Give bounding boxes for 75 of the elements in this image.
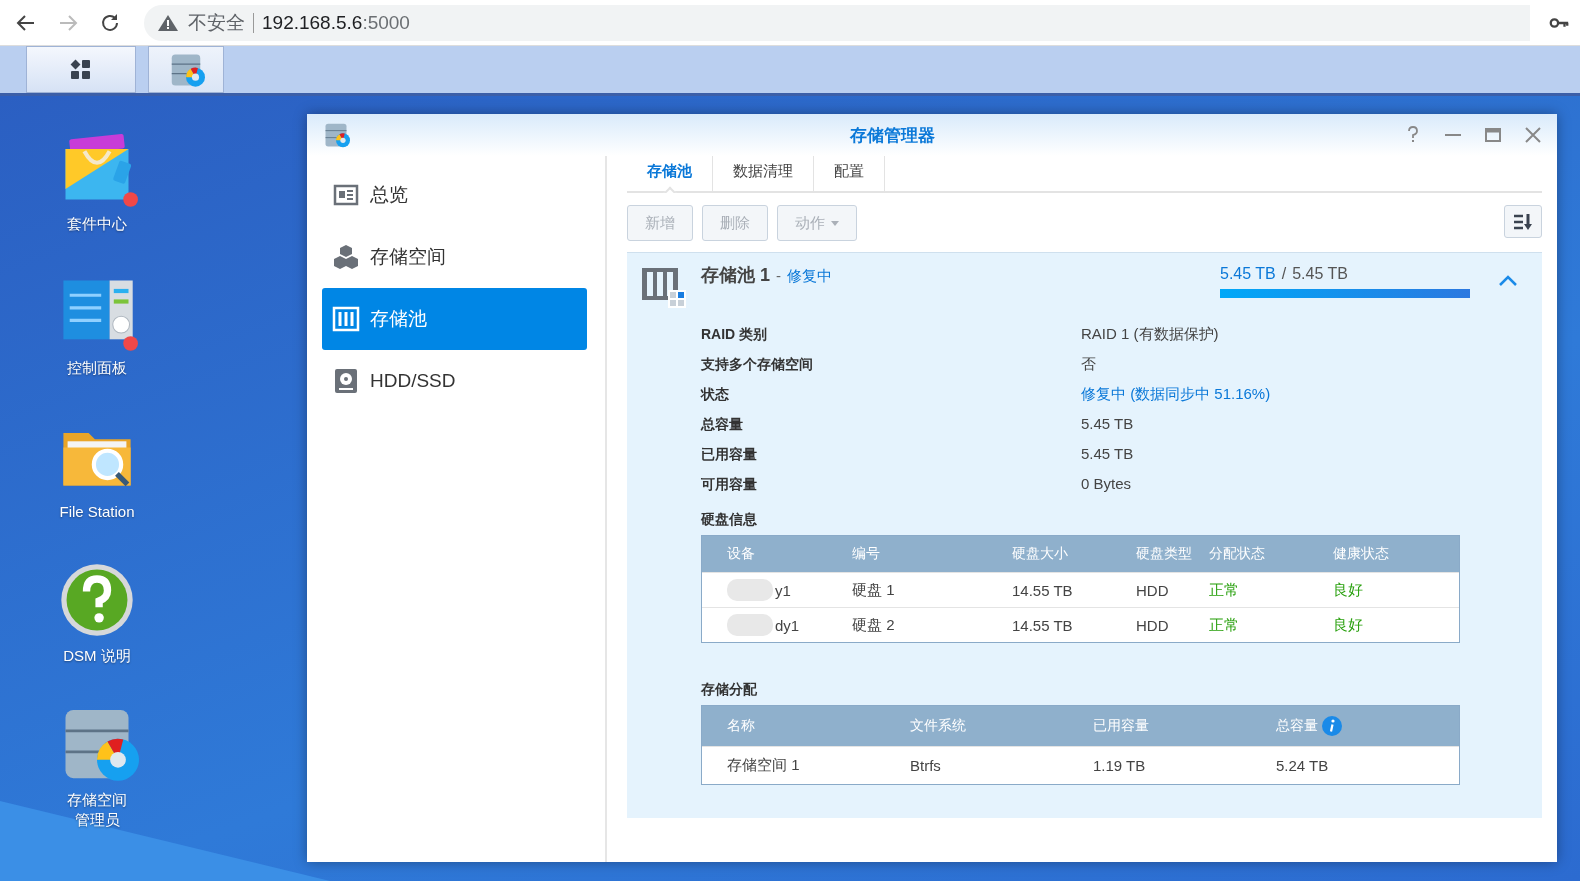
sidebar-item[interactable]: 存储池	[322, 288, 587, 350]
separator-text: -	[776, 267, 781, 284]
table-cell: 5.24 TB	[1276, 757, 1329, 774]
table-cell: Btrfs	[910, 757, 941, 774]
property-label: 状态	[701, 385, 730, 404]
table-cell: 良好	[1333, 615, 1363, 635]
table-cell: dy1	[775, 616, 800, 634]
collapse-icon[interactable]	[1498, 275, 1518, 287]
tab[interactable]: 存储池	[627, 156, 713, 193]
table-cell: 存储空间 1	[727, 756, 800, 775]
table-cell: 正常	[1209, 580, 1239, 600]
address-bar[interactable]: 不安全 192.168.5.6:5000	[144, 4, 1530, 41]
table-cell: 硬盘 2	[852, 615, 895, 635]
caret-icon	[831, 220, 839, 226]
used-capacity: 5.45 TB	[1220, 265, 1276, 283]
column-header: 分配状态	[1209, 545, 1265, 563]
app-label[interactable]: 套件中心	[61, 214, 133, 234]
property-value: 修复中 (数据同步中 51.16%)	[1081, 384, 1272, 404]
window-title: 存储管理器	[848, 124, 936, 147]
sidebar-item[interactable]: HDD/SSD	[322, 350, 587, 412]
url-port: :5000	[362, 11, 410, 33]
sidebar-item[interactable]: 总览	[322, 164, 587, 226]
info-icon[interactable]	[1322, 716, 1342, 736]
section-title: 存储分配	[701, 681, 758, 699]
property-value: 否	[1081, 354, 1097, 374]
column-header: 文件系统	[910, 717, 966, 735]
tab[interactable]: 配置	[814, 156, 885, 193]
column-header: 名称	[727, 717, 755, 735]
table-cell: 14.55 TB	[1012, 581, 1073, 599]
sort-icon	[1513, 211, 1533, 232]
table-cell: HDD	[1136, 616, 1169, 634]
main-menu-button[interactable]	[26, 46, 136, 93]
column-header: 已用容量	[1093, 717, 1149, 735]
section-title: 硬盘信息	[701, 511, 758, 529]
sidebar-item[interactable]: 存储空间	[322, 226, 587, 288]
tab[interactable]: 数据清理	[713, 156, 814, 193]
property-value: 5.45 TB	[1081, 414, 1135, 434]
total-capacity: 5.45 TB	[1292, 265, 1348, 283]
table-cell: 正常	[1209, 615, 1239, 635]
column-header: 编号	[852, 545, 880, 563]
property-value: 0 Bytes	[1081, 474, 1133, 494]
property-label: 支持多个存储空间	[701, 355, 814, 374]
table-cell: 1.19 TB	[1093, 757, 1146, 774]
volume-icon	[332, 243, 360, 271]
close-icon[interactable]	[1523, 125, 1543, 145]
table-cell: 硬盘 1	[852, 580, 895, 600]
app-label[interactable]: 控制面板	[61, 358, 133, 378]
pool-icon	[332, 305, 360, 333]
maximize-icon[interactable]	[1483, 125, 1503, 145]
column-header: 健康状态	[1333, 545, 1389, 563]
app-label[interactable]: DSM 说明	[61, 646, 133, 666]
property-value: 5.45 TB	[1081, 444, 1135, 464]
grid-icon	[69, 57, 93, 82]
table-cell: 14.55 TB	[1012, 616, 1073, 634]
security-label: 不安全	[188, 10, 245, 35]
column-header: 硬盘大小	[1012, 545, 1068, 563]
table-cell: HDD	[1136, 581, 1169, 599]
property-label: RAID 类别	[701, 325, 769, 344]
column-header: 硬盘类型	[1136, 545, 1192, 563]
url-host: 192.168.5.6	[262, 11, 363, 33]
pool-name: 存储池 1	[701, 264, 770, 287]
app-label[interactable]: File Station	[27, 502, 167, 522]
slash-text: /	[1281, 265, 1287, 283]
property-label: 可用容量	[701, 475, 758, 494]
property-value: RAID 1 (有数据保护)	[1081, 324, 1220, 344]
app-label[interactable]: 存储空间管理员	[61, 790, 133, 829]
storage-manager-taskbar-button[interactable]	[148, 46, 224, 93]
sort-button[interactable]	[1504, 205, 1542, 238]
table-cell: 良好	[1333, 580, 1363, 600]
property-label: 总容量	[701, 415, 744, 434]
column-header: 设备	[727, 545, 755, 563]
pool-status: 修复中	[787, 267, 832, 286]
column-header: 总容量	[1276, 717, 1318, 735]
table-cell: y1	[775, 581, 791, 599]
property-label: 已用容量	[701, 445, 758, 464]
